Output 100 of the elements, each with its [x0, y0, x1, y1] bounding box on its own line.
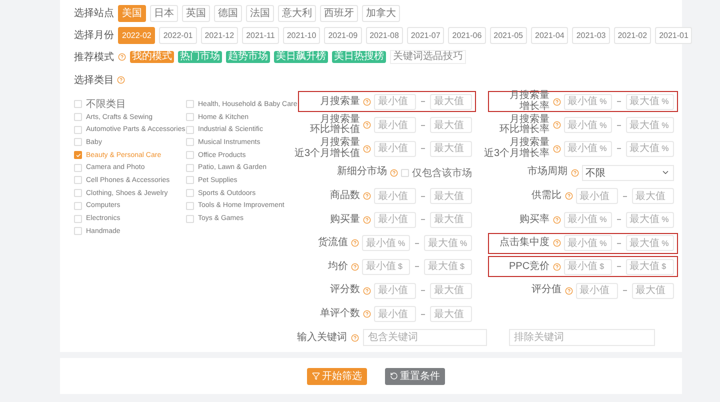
- range-input[interactable]: 最小值: [374, 94, 416, 110]
- range-input[interactable]: 最大值 $: [424, 258, 472, 275]
- help-icon[interactable]: [552, 262, 561, 271]
- help-icon[interactable]: [552, 98, 561, 106]
- filter-label: 月搜索量 增长率: [508, 91, 550, 112]
- range-input[interactable]: 最大值: [430, 140, 472, 157]
- range-input[interactable]: 最大值: [430, 94, 472, 110]
- help-icon[interactable]: [552, 216, 561, 224]
- range-input[interactable]: 最大值: [430, 188, 472, 204]
- month-option[interactable]: 2021-10: [282, 26, 320, 44]
- reset-button[interactable]: 重置条件: [385, 368, 445, 384]
- filter-label: 购买率: [518, 214, 550, 226]
- month-option[interactable]: 2021-11: [242, 26, 279, 44]
- range-input[interactable]: 最大值: [632, 282, 674, 299]
- range-input[interactable]: 最小值: [576, 282, 618, 299]
- range-input[interactable]: 最大值: [632, 188, 674, 204]
- range-dash: [421, 219, 425, 220]
- mode-tag[interactable]: 热门市场: [178, 51, 222, 63]
- month-option[interactable]: 2021-07: [406, 26, 444, 44]
- range-input[interactable]: 最大值: [430, 212, 472, 228]
- month-option[interactable]: 2021-12: [200, 26, 238, 44]
- range-input[interactable]: 最小值 $: [564, 258, 612, 275]
- select-field[interactable]: 不限: [582, 164, 674, 181]
- help-icon[interactable]: [117, 76, 125, 84]
- help-icon[interactable]: [363, 121, 371, 130]
- help-icon[interactable]: [552, 144, 561, 153]
- month-option[interactable]: 2021-05: [490, 26, 527, 44]
- tips-link[interactable]: 关键词选品技巧: [390, 50, 466, 64]
- range-input[interactable]: 最小值 %: [564, 212, 612, 228]
- section-title: 选择类目: [74, 74, 114, 87]
- filter-label: 市场周期: [526, 167, 568, 178]
- site-option[interactable]: 西班牙: [320, 4, 358, 22]
- range-input[interactable]: 最大值: [430, 306, 472, 322]
- help-icon[interactable]: [363, 192, 371, 200]
- month-option[interactable]: 2021-09: [324, 26, 362, 44]
- help-icon[interactable]: [363, 286, 371, 295]
- site-option[interactable]: 德国: [214, 4, 242, 22]
- range-input[interactable]: 最小值: [374, 212, 416, 228]
- range-input[interactable]: 最小值 %: [564, 94, 612, 110]
- month-option[interactable]: 2021-08: [366, 26, 403, 44]
- range-input[interactable]: 最大值 %: [626, 117, 674, 134]
- site-option[interactable]: 加拿大: [362, 4, 400, 22]
- month-option[interactable]: 2021-06: [448, 26, 486, 44]
- keyword-field[interactable]: 包含关键词: [363, 329, 487, 346]
- help-icon[interactable]: [363, 216, 371, 224]
- help-icon[interactable]: [363, 144, 371, 153]
- range-input[interactable]: 最小值: [576, 188, 618, 204]
- help-icon[interactable]: [363, 98, 371, 106]
- keyword-field[interactable]: 排除关键词: [509, 329, 655, 346]
- range-input[interactable]: 最小值 %: [564, 235, 612, 252]
- range-input[interactable]: 最大值 %: [626, 140, 674, 157]
- month-option[interactable]: 2021-03: [572, 26, 610, 44]
- range-input[interactable]: 最小值 $: [362, 258, 410, 275]
- range-input[interactable]: 最大值: [430, 117, 472, 134]
- range-input[interactable]: 最小值: [374, 140, 416, 157]
- mode-tag[interactable]: 趋势市场: [226, 51, 270, 63]
- help-icon[interactable]: [552, 121, 561, 130]
- site-option[interactable]: 日本: [150, 4, 178, 22]
- range-dash: [616, 124, 621, 126]
- month-option[interactable]: 2022-02: [118, 26, 156, 44]
- range-input[interactable]: 最小值: [374, 282, 416, 299]
- site-option[interactable]: 英国: [182, 4, 210, 22]
- help-icon[interactable]: [564, 286, 573, 295]
- month-option[interactable]: 2021-04: [531, 26, 568, 44]
- range-input[interactable]: 最小值 %: [362, 235, 410, 252]
- range-input[interactable]: 最大值: [430, 282, 472, 299]
- range-input[interactable]: 最小值: [374, 306, 416, 322]
- range-input[interactable]: 最小值 %: [564, 140, 612, 157]
- range-input[interactable]: 最小值 %: [564, 117, 612, 134]
- help-icon[interactable]: [118, 53, 126, 61]
- month-option[interactable]: 2022-01: [159, 26, 197, 44]
- help-icon[interactable]: [351, 239, 359, 248]
- help-icon[interactable]: [363, 310, 371, 318]
- range-input[interactable]: 最大值 %: [626, 94, 674, 110]
- range-dash: [415, 266, 419, 268]
- mode-tag[interactable]: 我的模式: [130, 51, 174, 63]
- site-option[interactable]: 意大利: [278, 4, 316, 22]
- range-input[interactable]: 最大值 %: [626, 235, 674, 252]
- filter-label: 点击集中度: [498, 238, 550, 249]
- checkbox[interactable]: [74, 151, 82, 160]
- range-input[interactable]: 最大值 %: [626, 212, 674, 228]
- help-icon[interactable]: [351, 262, 359, 271]
- help-icon[interactable]: [552, 239, 561, 248]
- month-option[interactable]: 2021-02: [614, 26, 652, 44]
- site-option[interactable]: 美国: [118, 4, 146, 22]
- month-option[interactable]: 2021-01: [655, 26, 692, 44]
- mode-tag[interactable]: 美日热搜榜: [332, 51, 386, 63]
- range-input[interactable]: 最大值 %: [424, 235, 472, 252]
- help-icon[interactable]: [564, 192, 573, 200]
- help-icon[interactable]: [390, 168, 398, 177]
- site-option[interactable]: 法国: [246, 4, 274, 22]
- help-icon[interactable]: [570, 168, 579, 177]
- range-input[interactable]: 最小值: [374, 117, 416, 134]
- start-filter-button[interactable]: 开始筛选: [307, 368, 367, 384]
- filter-label: 新细分市场: [336, 167, 387, 178]
- mode-tag[interactable]: 美日飙升榜: [274, 51, 328, 63]
- range-input[interactable]: 最小值: [374, 188, 416, 204]
- range-input[interactable]: 最大值 $: [626, 258, 674, 275]
- help-icon[interactable]: [351, 334, 359, 342]
- range-dash: [616, 242, 621, 244]
